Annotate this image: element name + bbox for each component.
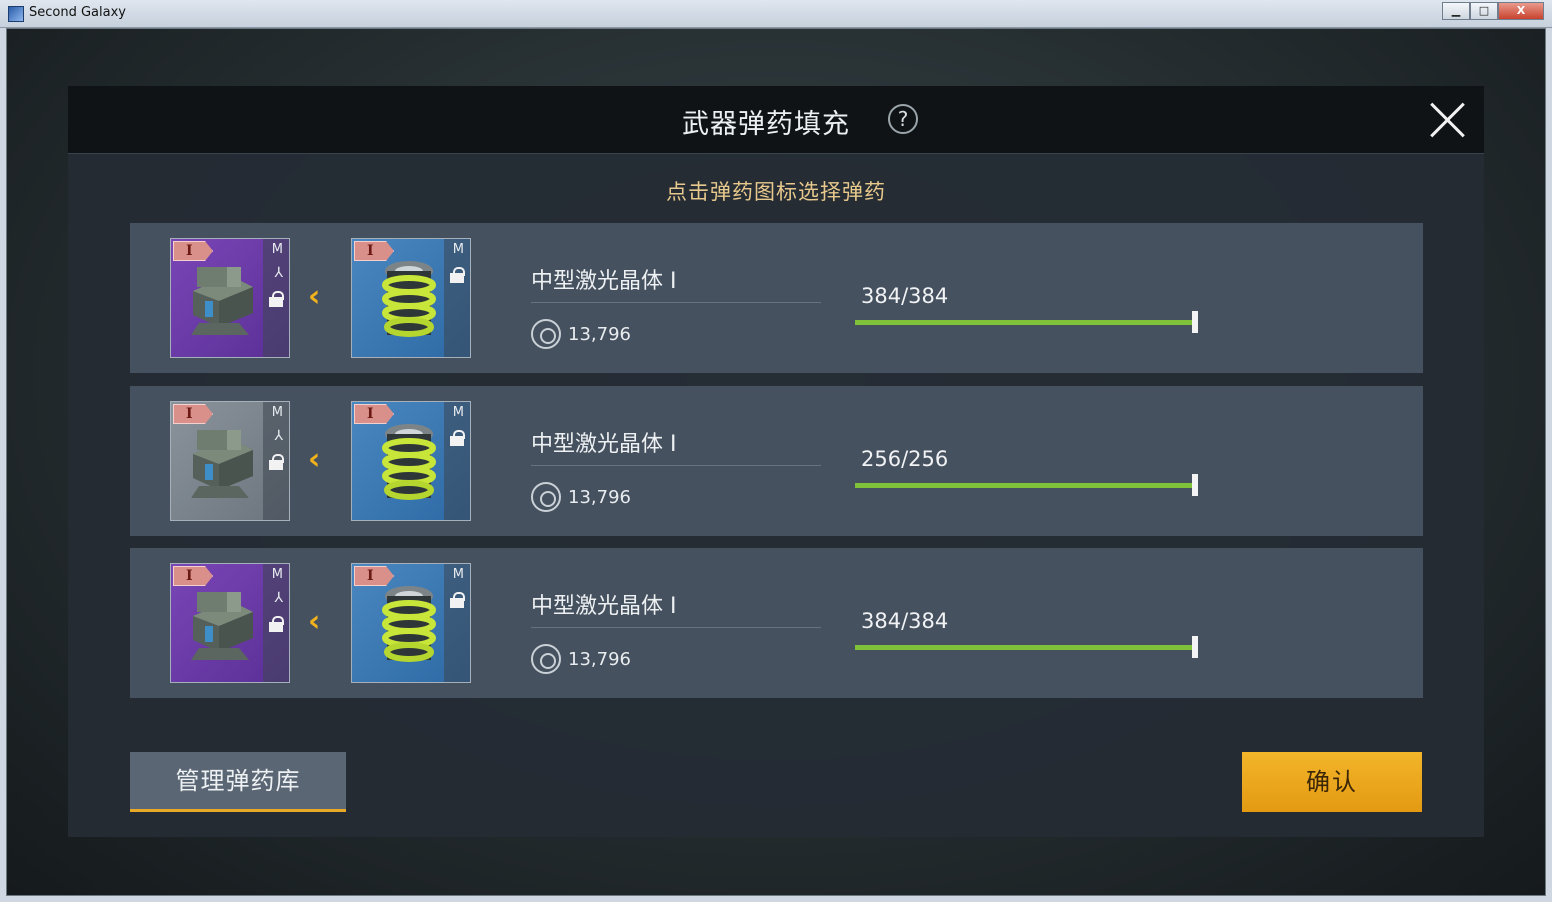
minimize-button[interactable]: ▁ (1442, 2, 1470, 20)
laser-turret-icon (191, 430, 253, 498)
ammo-price: 13,796 (568, 487, 631, 508)
ammo-price: 13,796 (568, 324, 631, 345)
divider (531, 627, 821, 628)
size-label: M (271, 242, 283, 257)
turret-mount-icon: ⅄ (274, 590, 283, 606)
ammo-slot[interactable]: I M (351, 563, 471, 683)
maximize-button[interactable]: □ (1470, 2, 1498, 20)
app-icon (8, 6, 24, 22)
size-label: M (452, 567, 464, 582)
divider (531, 302, 821, 303)
tier-badge: I (173, 404, 213, 424)
dialog-header: 武器弹药填充 ? (68, 86, 1484, 154)
weapon-row: I M ⅄ ‹ I M (130, 223, 1423, 373)
chevron-left-icon: ‹ (308, 279, 321, 314)
size-label: M (452, 405, 464, 420)
laser-turret-icon (191, 267, 253, 335)
lock-icon (269, 454, 284, 470)
lock-icon (269, 616, 284, 632)
ammo-count: 384/384 (861, 609, 949, 633)
weapon-slot[interactable]: I M ⅄ (170, 238, 290, 358)
laser-turret-icon (191, 592, 253, 660)
tier-badge: I (173, 241, 213, 261)
ammo-slider-handle[interactable] (1192, 636, 1198, 658)
chevron-left-icon: ‹ (308, 604, 321, 639)
hint-text: 点击弹药图标选择弹药 (666, 180, 886, 204)
ammo-progress-bar (855, 645, 1195, 650)
confirm-button[interactable]: 确认 (1242, 752, 1422, 812)
window-close-button[interactable]: X (1498, 2, 1544, 20)
manage-ammo-button[interactable]: 管理弹药库 (130, 752, 346, 812)
ammo-name: 中型激光晶体 I (531, 594, 677, 619)
ammo-slot[interactable]: I M (351, 401, 471, 521)
ammo-progress-fill (855, 483, 1195, 488)
size-label: M (452, 242, 464, 257)
ammo-price: 13,796 (568, 649, 631, 670)
weapon-slot[interactable]: I M ⅄ (170, 401, 290, 521)
weapon-slot[interactable]: I M ⅄ (170, 563, 290, 683)
ammo-refill-dialog: 武器弹药填充 ? 点击弹药图标选择弹药 I M ⅄ ‹ I M 中型激光晶体 I… (68, 86, 1484, 837)
lock-icon (450, 267, 465, 283)
size-label: M (271, 405, 283, 420)
window-title: Second Galaxy (29, 5, 126, 20)
ammo-slot[interactable]: I M (351, 238, 471, 358)
size-label: M (271, 567, 283, 582)
window-controls: ▁ □ X (1442, 2, 1544, 20)
ammo-progress-fill (855, 320, 1195, 325)
window-titlebar: Second Galaxy ▁ □ X (0, 0, 1552, 28)
coin-icon (531, 482, 561, 512)
ammo-progress-bar (855, 483, 1195, 488)
coin-icon (531, 644, 561, 674)
laser-crystal-icon (382, 586, 436, 662)
lock-icon (450, 430, 465, 446)
ammo-progress-fill (855, 645, 1195, 650)
ammo-name: 中型激光晶体 I (531, 269, 677, 294)
lock-icon (269, 291, 284, 307)
ammo-count: 384/384 (861, 284, 949, 308)
tier-badge: I (173, 566, 213, 586)
laser-crystal-icon (382, 424, 436, 500)
divider (531, 465, 821, 466)
lock-icon (450, 592, 465, 608)
turret-mount-icon: ⅄ (274, 265, 283, 281)
weapon-row: I M ⅄ ‹ I M (130, 386, 1423, 536)
ammo-slider-handle[interactable] (1192, 474, 1198, 496)
help-icon[interactable]: ? (888, 104, 918, 134)
coin-icon (531, 319, 561, 349)
ammo-progress-bar (855, 320, 1195, 325)
ammo-name: 中型激光晶体 I (531, 432, 677, 457)
chevron-left-icon: ‹ (308, 442, 321, 477)
laser-crystal-icon (382, 261, 436, 337)
ammo-slider-handle[interactable] (1192, 311, 1198, 333)
dialog-title: 武器弹药填充 (682, 109, 850, 140)
ammo-count: 256/256 (861, 447, 949, 471)
turret-mount-icon: ⅄ (274, 428, 283, 444)
close-icon[interactable] (1428, 100, 1468, 140)
weapon-row: I M ⅄ ‹ I M (130, 548, 1423, 698)
